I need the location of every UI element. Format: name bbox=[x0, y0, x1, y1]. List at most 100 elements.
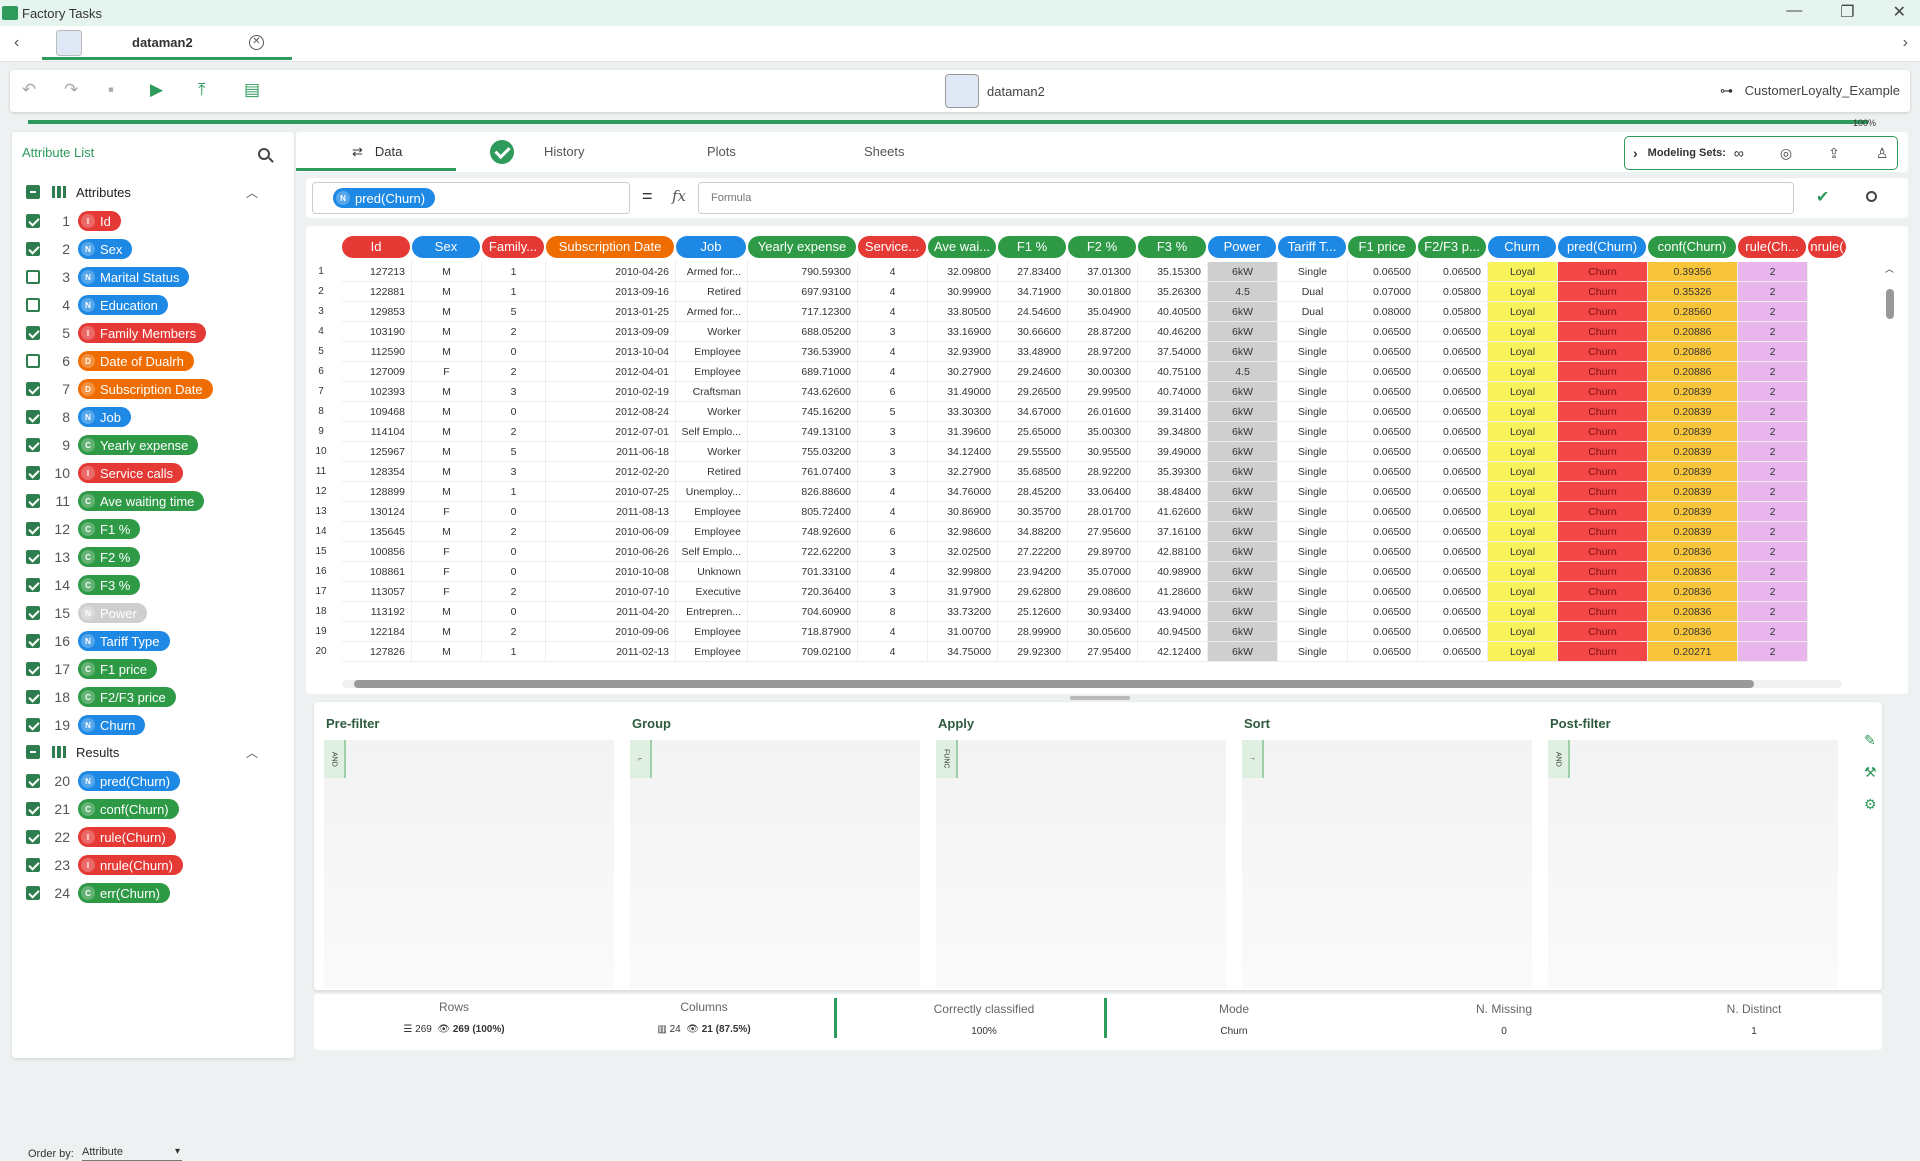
column-header[interactable]: Subscription Date bbox=[546, 236, 674, 258]
table-cell[interactable]: 2 bbox=[1738, 322, 1808, 342]
table-cell[interactable]: Single bbox=[1278, 502, 1348, 522]
operation-dropzone[interactable] bbox=[1548, 740, 1838, 988]
tab-sheets[interactable]: Sheets bbox=[864, 144, 904, 159]
table-cell[interactable]: 2010-09-06 bbox=[546, 622, 676, 642]
table-cell[interactable]: 1 bbox=[482, 262, 546, 282]
table-cell[interactable]: Single bbox=[1278, 522, 1348, 542]
attribute-row[interactable]: 24 Cerr(Churn) bbox=[26, 882, 170, 904]
table-cell[interactable]: Churn bbox=[1558, 522, 1648, 542]
table-cell[interactable]: Worker bbox=[676, 442, 748, 462]
table-cell[interactable]: 0.06500 bbox=[1348, 382, 1418, 402]
table-cell[interactable]: 0.06500 bbox=[1348, 522, 1418, 542]
attribute-checkbox[interactable] bbox=[26, 634, 40, 648]
attribute-pill[interactable]: C F1 % bbox=[78, 519, 141, 539]
table-cell[interactable]: 41.62600 bbox=[1138, 502, 1208, 522]
table-cell[interactable]: Single bbox=[1278, 462, 1348, 482]
table-cell[interactable]: 717.12300 bbox=[748, 302, 858, 322]
table-row[interactable]: 10 125967 M 5 2011-06-18 Worker 755.03200 3 34.1… bbox=[306, 442, 1906, 462]
operation-tab[interactable]: FUNC bbox=[936, 740, 958, 778]
table-cell[interactable]: Employee bbox=[676, 622, 748, 642]
table-cell[interactable]: Churn bbox=[1558, 302, 1648, 322]
table-cell[interactable]: 4 bbox=[858, 262, 928, 282]
table-cell[interactable]: 6kW bbox=[1208, 642, 1278, 662]
table-cell[interactable]: 26.01600 bbox=[1068, 402, 1138, 422]
table-cell[interactable]: Loyal bbox=[1488, 562, 1558, 582]
table-cell[interactable]: 5 bbox=[482, 442, 546, 462]
table-cell[interactable]: 33.80500 bbox=[928, 302, 998, 322]
table-cell[interactable]: 720.36400 bbox=[748, 582, 858, 602]
column-header[interactable]: Power bbox=[1208, 236, 1276, 258]
attribute-pill[interactable]: N Marital Status bbox=[78, 267, 190, 287]
table-cell[interactable]: 2 bbox=[1738, 542, 1808, 562]
table-cell[interactable]: 0.06500 bbox=[1418, 442, 1488, 462]
table-cell[interactable]: 0.06500 bbox=[1418, 602, 1488, 622]
table-cell[interactable]: 0.06500 bbox=[1348, 542, 1418, 562]
table-cell[interactable]: 2 bbox=[1738, 262, 1808, 282]
table-cell[interactable]: M bbox=[412, 382, 482, 402]
table-cell[interactable]: 34.88200 bbox=[998, 522, 1068, 542]
table-cell[interactable]: Craftsman bbox=[676, 382, 748, 402]
table-cell[interactable]: F bbox=[412, 542, 482, 562]
table-cell[interactable]: 6 bbox=[858, 382, 928, 402]
table-cell[interactable]: Churn bbox=[1558, 542, 1648, 562]
attribute-row[interactable]: 9 C Yearly expense bbox=[26, 434, 199, 456]
collapse-icon[interactable]: ︿ bbox=[246, 184, 258, 201]
table-cell[interactable]: Churn bbox=[1558, 422, 1648, 442]
undo-icon[interactable]: ↶ bbox=[22, 80, 36, 100]
table-cell[interactable]: 39.34800 bbox=[1138, 422, 1208, 442]
attribute-pill[interactable]: N Tariff Type bbox=[78, 631, 170, 651]
table-cell[interactable]: 2 bbox=[1738, 302, 1808, 322]
attribute-row[interactable]: 6 D Date of Dualrh bbox=[26, 350, 194, 372]
table-cell[interactable]: 35.07000 bbox=[1068, 562, 1138, 582]
attribute-checkbox[interactable] bbox=[26, 578, 40, 592]
table-cell[interactable]: 4 bbox=[858, 622, 928, 642]
table-cell[interactable]: 34.67000 bbox=[998, 402, 1068, 422]
attribute-row[interactable]: 2 N Sex bbox=[26, 238, 133, 260]
table-cell[interactable]: 34.12400 bbox=[928, 442, 998, 462]
table-cell[interactable]: 0.06500 bbox=[1418, 562, 1488, 582]
column-header[interactable]: Tariff T... bbox=[1278, 236, 1346, 258]
table-cell[interactable]: 108861 bbox=[342, 562, 412, 582]
column-header[interactable]: F3 % bbox=[1138, 236, 1206, 258]
table-cell[interactable]: 755.03200 bbox=[748, 442, 858, 462]
attribute-pill[interactable]: C F1 price bbox=[78, 659, 157, 679]
table-cell[interactable]: 1 bbox=[482, 282, 546, 302]
table-cell[interactable]: 32.02500 bbox=[928, 542, 998, 562]
tool-icon[interactable]: ⚙ bbox=[1864, 796, 1877, 813]
table-cell[interactable]: Employee bbox=[676, 362, 748, 382]
attribute-checkbox[interactable] bbox=[26, 494, 40, 508]
table-cell[interactable]: 0 bbox=[482, 402, 546, 422]
column-header[interactable]: nrule( bbox=[1808, 236, 1846, 258]
attribute-checkbox[interactable] bbox=[26, 522, 40, 536]
table-cell[interactable]: 0.06500 bbox=[1418, 362, 1488, 382]
table-cell[interactable]: 2010-06-09 bbox=[546, 522, 676, 542]
table-cell[interactable]: Churn bbox=[1558, 402, 1648, 422]
table-cell[interactable]: 0.20839 bbox=[1648, 502, 1738, 522]
attribute-pill[interactable]: N Sex bbox=[78, 239, 133, 259]
table-cell[interactable]: Single bbox=[1278, 402, 1348, 422]
table-cell[interactable]: 748.92600 bbox=[748, 522, 858, 542]
table-cell[interactable]: 128354 bbox=[342, 462, 412, 482]
table-cell[interactable]: 6kW bbox=[1208, 482, 1278, 502]
table-cell[interactable]: Worker bbox=[676, 322, 748, 342]
table-cell[interactable]: 28.87200 bbox=[1068, 322, 1138, 342]
table-cell[interactable]: 2011-02-13 bbox=[546, 642, 676, 662]
table-cell[interactable]: 127213 bbox=[342, 262, 412, 282]
attribute-checkbox[interactable] bbox=[26, 802, 40, 816]
table-cell[interactable]: Dual bbox=[1278, 302, 1348, 322]
table-cell[interactable]: 0.07000 bbox=[1348, 282, 1418, 302]
table-cell[interactable]: 761.07400 bbox=[748, 462, 858, 482]
attribute-checkbox[interactable] bbox=[26, 886, 40, 900]
table-cell[interactable]: 4 bbox=[858, 482, 928, 502]
table-cell[interactable]: Loyal bbox=[1488, 542, 1558, 562]
tab-back-icon[interactable]: ‹ bbox=[14, 34, 19, 52]
table-cell[interactable]: Armed for... bbox=[676, 262, 748, 282]
attribute-row[interactable]: 18 C F2/F3 price bbox=[26, 686, 176, 708]
column-header[interactable]: F1 price bbox=[1348, 236, 1416, 258]
table-cell[interactable]: 4 bbox=[858, 302, 928, 322]
formula-input[interactable]: Formula bbox=[698, 182, 1794, 214]
attribute-pill[interactable]: N Job bbox=[78, 407, 131, 427]
target-icon[interactable]: ◎ bbox=[1780, 145, 1792, 162]
table-cell[interactable]: 0.06500 bbox=[1348, 362, 1418, 382]
table-cell[interactable]: Single bbox=[1278, 442, 1348, 462]
